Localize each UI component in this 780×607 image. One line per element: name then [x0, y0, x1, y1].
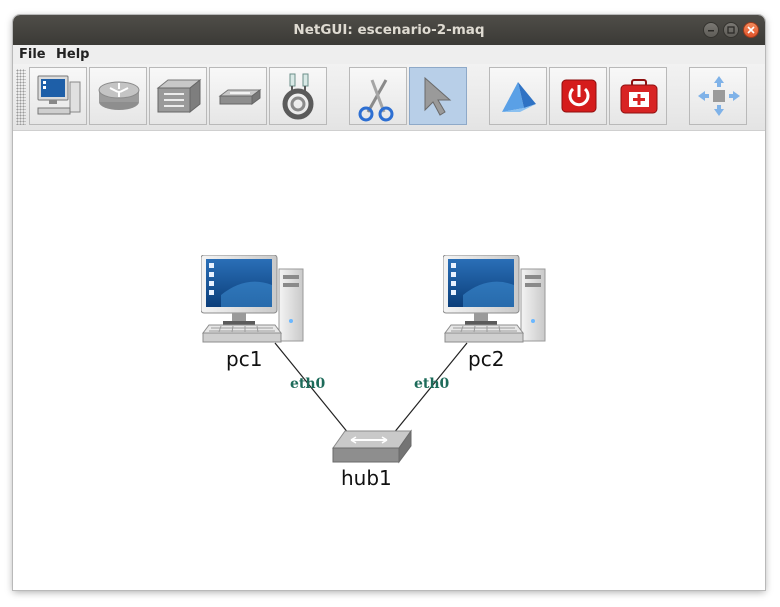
add-router-button[interactable]	[89, 67, 147, 125]
minimize-icon	[708, 30, 714, 32]
node-pc1[interactable]	[200, 254, 305, 343]
app-window: NetGUI: escenario-2-maq File Help eth0 e…	[13, 15, 765, 590]
minimize-button[interactable]	[703, 22, 719, 38]
hub-icon	[218, 89, 262, 105]
center-view-icon	[698, 76, 740, 116]
terminal-pc-icon	[37, 75, 81, 115]
interface-label-pc1-eth0: eth0	[290, 376, 326, 392]
menu-bar: File Help	[13, 45, 765, 64]
close-button[interactable]	[743, 22, 759, 38]
node-pc2[interactable]	[442, 254, 547, 343]
window-title: NetGUI: escenario-2-maq	[293, 22, 485, 38]
pc-icon	[442, 254, 546, 343]
toolbar	[13, 64, 765, 131]
first-aid-kit-icon	[620, 79, 658, 114]
node-label-pc2: pc2	[468, 347, 505, 371]
links-layer	[274, 342, 468, 435]
add-cable-button[interactable]	[269, 67, 327, 125]
add-hub-button[interactable]	[209, 67, 267, 125]
add-terminal-button[interactable]	[29, 67, 87, 125]
menu-file[interactable]: File	[19, 47, 46, 62]
start-icon	[502, 82, 536, 112]
pc-icon	[200, 254, 304, 343]
clean-button[interactable]	[609, 67, 667, 125]
cut-button[interactable]	[349, 67, 407, 125]
network-canvas[interactable]: eth0 eth0 pc1 pc2 hub1	[13, 131, 765, 590]
power-off-button[interactable]	[549, 67, 607, 125]
node-label-hub1: hub1	[341, 466, 392, 490]
add-switch-button[interactable]	[149, 67, 207, 125]
scissors-icon	[358, 79, 394, 122]
toolbar-grip[interactable]	[16, 69, 26, 125]
title-bar[interactable]: NetGUI: escenario-2-maq	[13, 15, 765, 45]
start-button[interactable]	[489, 67, 547, 125]
pointer-arrow-icon	[424, 76, 452, 116]
node-label-pc1: pc1	[226, 347, 263, 371]
cable-icon	[282, 73, 314, 120]
power-off-icon	[561, 79, 597, 113]
switch-icon	[156, 78, 202, 114]
maximize-icon	[727, 26, 735, 34]
menu-help[interactable]: Help	[56, 47, 89, 62]
center-view-button[interactable]	[689, 67, 747, 125]
select-button[interactable]	[409, 67, 467, 125]
hub-icon	[332, 429, 412, 464]
node-hub1[interactable]	[331, 428, 413, 466]
close-icon	[747, 26, 755, 34]
interface-label-pc2-eth0: eth0	[414, 376, 450, 392]
router-icon	[98, 81, 140, 110]
maximize-button[interactable]	[723, 22, 739, 38]
